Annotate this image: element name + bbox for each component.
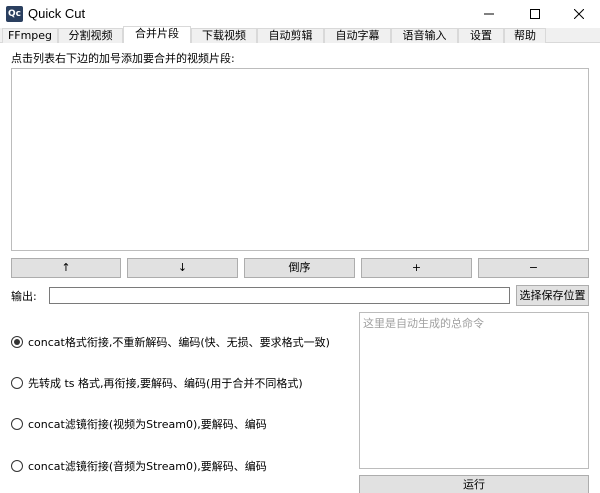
minimize-button[interactable]	[466, 0, 512, 28]
option-concat-format[interactable]: concat格式衔接,不重新解码、编码(快、无损、要求格式一致)	[11, 334, 330, 350]
tab-ffmpeg[interactable]: FFmpeg	[2, 28, 58, 43]
add-clip-button[interactable]: +	[361, 258, 472, 278]
minimize-icon	[484, 13, 494, 15]
move-up-button[interactable]: ↑	[11, 258, 121, 278]
radio-button[interactable]	[11, 377, 23, 389]
tab-settings[interactable]: 设置	[458, 28, 504, 43]
radio-button[interactable]	[11, 336, 23, 348]
option-label: concat滤镜衔接(音频为Stream0),要解码、编码	[28, 460, 267, 473]
close-button[interactable]	[556, 0, 600, 28]
clip-list[interactable]	[11, 68, 589, 251]
option-label: concat格式衔接,不重新解码、编码(快、无损、要求格式一致)	[28, 336, 330, 349]
command-output-box[interactable]: 这里是自动生成的总命令	[359, 312, 589, 469]
close-icon	[574, 9, 584, 19]
option-concat-filter-video[interactable]: concat滤镜衔接(视频为Stream0),要解码、编码	[11, 416, 267, 432]
radio-button[interactable]	[11, 460, 23, 472]
tab-bar: FFmpeg 分割视频 合并片段 下载视频 自动剪辑 自动字幕 语音输入 设置 …	[0, 26, 600, 44]
option-label: 先转成 ts 格式,再衔接,要解码、编码(用于合并不同格式)	[28, 377, 303, 390]
window-title: Quick Cut	[28, 6, 86, 21]
option-concat-filter-audio[interactable]: concat滤镜衔接(音频为Stream0),要解码、编码	[11, 458, 267, 474]
tab-auto-subtitle[interactable]: 自动字幕	[324, 28, 391, 43]
choose-save-location-button[interactable]: 选择保存位置	[516, 285, 589, 306]
app-logo-icon: Qc	[6, 6, 23, 22]
remove-clip-button[interactable]: −	[478, 258, 589, 278]
tab-auto-edit[interactable]: 自动剪辑	[257, 28, 324, 43]
output-label: 输出:	[11, 290, 37, 303]
run-button[interactable]: 运行	[359, 475, 589, 493]
tab-voice-input[interactable]: 语音输入	[391, 28, 458, 43]
radio-button[interactable]	[11, 418, 23, 430]
maximize-icon	[530, 9, 540, 19]
tab-split-video[interactable]: 分割视频	[58, 28, 123, 43]
output-path-input[interactable]	[49, 287, 510, 304]
merge-hint-label: 点击列表右下边的加号添加要合并的视频片段:	[11, 52, 235, 65]
maximize-button[interactable]	[512, 0, 558, 28]
option-label: concat滤镜衔接(视频为Stream0),要解码、编码	[28, 418, 267, 431]
tab-merge-clips[interactable]: 合并片段	[123, 26, 191, 44]
tab-help[interactable]: 帮助	[504, 28, 546, 43]
option-ts-convert[interactable]: 先转成 ts 格式,再衔接,要解码、编码(用于合并不同格式)	[11, 375, 303, 391]
title-bar: Qc Quick Cut	[0, 0, 600, 28]
reverse-order-button[interactable]: 倒序	[244, 258, 355, 278]
tab-download-video[interactable]: 下载视频	[191, 28, 257, 43]
move-down-button[interactable]: ↓	[127, 258, 238, 278]
